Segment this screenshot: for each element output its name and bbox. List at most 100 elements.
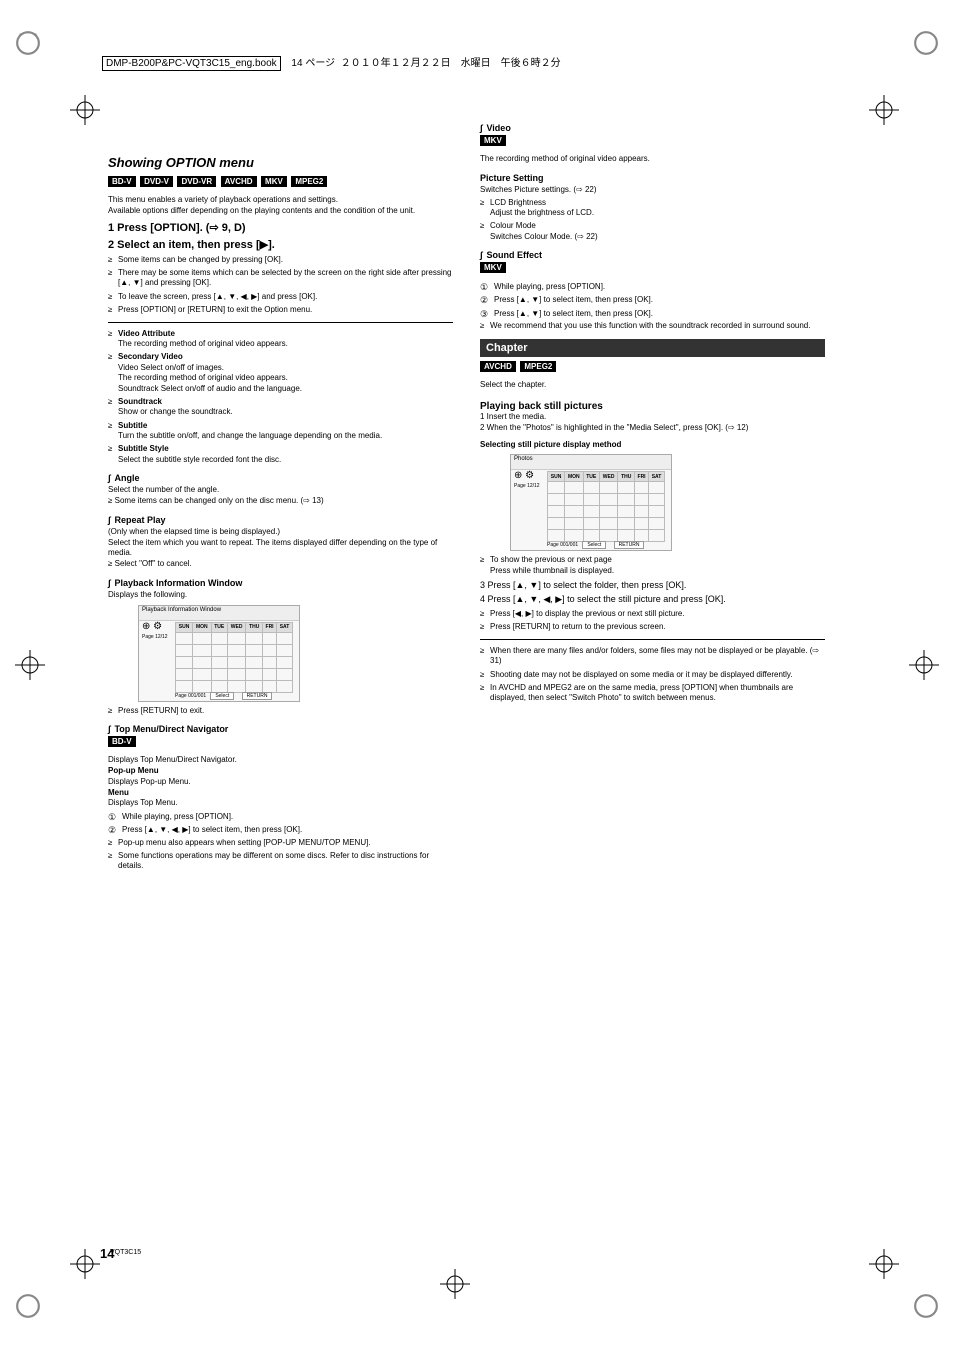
sub-menu-text: Displays Top Menu. <box>108 798 453 809</box>
format-tags: AVCHD MPEG2 <box>480 361 825 372</box>
return-button[interactable]: RETURN <box>614 541 645 549</box>
calendar-grid: SUNMONTUEWEDTHUFRISAT <box>547 471 665 542</box>
sub-angle-text: Select the number of the angle. ≥ Some i… <box>108 485 453 507</box>
note-item: LCD Brightness Adjust the brightness of … <box>480 198 825 219</box>
tag-row: BD-V <box>108 736 453 747</box>
tag-mkv: MKV <box>480 135 506 146</box>
note-item: We recommend that you use this function … <box>480 321 825 331</box>
sub-angle: ∫Angle <box>108 473 453 483</box>
tag-avchd: AVCHD <box>221 176 257 187</box>
list-item: SoundtrackShow or change the soundtrack. <box>108 397 453 418</box>
sel-label: Selecting still picture display method <box>480 440 825 451</box>
panel-title: Playback Information Window <box>139 606 299 621</box>
sub-repeat-text: (Only when the elapsed time is being dis… <box>108 527 453 570</box>
format-tags: BD-V DVD-V DVD-VR AVCHD MKV MPEG2 <box>108 176 453 187</box>
select-button[interactable]: Select <box>582 541 606 549</box>
tag-mkv: MKV <box>480 262 506 273</box>
enum-item: ②Press [▲, ▼] to select item, then press… <box>480 294 825 305</box>
note-item: Some items can be changed by pressing [O… <box>108 255 453 265</box>
tag-row: MKV <box>480 262 825 273</box>
sub-top-menu: ∫Top Menu/Direct Navigator <box>108 724 453 734</box>
intro-text: This menu enables a variety of playback … <box>108 195 453 217</box>
register-mark-icon <box>70 95 100 127</box>
play-icon: ⊕ ⚙ <box>514 471 542 481</box>
panel-footer: Page 001/001 Select RETURN <box>547 542 650 548</box>
nav-notes: Press [◀, ▶] to display the previous or … <box>480 609 825 633</box>
crop-mark-icon <box>913 1293 939 1321</box>
step-3: 3 Press [▲, ▼] to select the folder, the… <box>480 580 825 590</box>
note-item: There may be some items which can be sel… <box>108 268 453 289</box>
still-steps: 1 Insert the media. 2 When the "Photos" … <box>480 412 825 434</box>
step-1: 1 Press [OPTION]. (⇨ 9, D) <box>108 221 453 234</box>
crop-mark-icon <box>15 1293 41 1321</box>
note-item: In AVCHD and MPEG2 are on the same media… <box>480 683 825 704</box>
register-mark-icon <box>440 1269 470 1301</box>
panel-side: ⊕ ⚙ Page 12/12 <box>514 471 542 489</box>
side-info: Page 12/12 <box>514 483 542 489</box>
register-mark-icon <box>909 650 939 682</box>
note-item: Shooting date may not be displayed on so… <box>480 670 825 680</box>
note-item: Press [OPTION] or [RETURN] to exit the O… <box>108 305 453 315</box>
tag-bdv: BD-V <box>108 736 136 747</box>
enum-item: ①While playing, press [OPTION]. <box>480 281 825 292</box>
sub-picture-text: Switches Picture settings. (⇨ 22) <box>480 185 825 196</box>
tag-mkv: MKV <box>261 176 287 187</box>
playback-info-panel: Playback Information Window ⊕ ⚙ Page 12/… <box>138 605 300 702</box>
sub-picture: Picture Setting <box>480 173 825 183</box>
enum-item: ③Press [▲, ▼] to select item, then press… <box>480 308 825 319</box>
register-mark-icon <box>869 1249 899 1281</box>
note-item: Press [RETURN] to return to the previous… <box>480 622 825 632</box>
still-heading: Playing back still pictures <box>480 401 825 412</box>
items-list: Video AttributeThe recording method of o… <box>108 329 453 466</box>
sound-note: We recommend that you use this function … <box>480 321 825 331</box>
left-column: Showing OPTION menu BD-V DVD-V DVD-VR AV… <box>108 155 453 875</box>
enum-item: ①While playing, press [OPTION]. <box>108 811 453 822</box>
tag-mpeg2: MPEG2 <box>520 361 556 372</box>
sub-sound: ∫Sound Effect <box>480 250 825 260</box>
register-mark-icon <box>869 95 899 127</box>
crop-mark-icon <box>913 30 939 58</box>
note-item: Pop-up menu also appears when setting [P… <box>108 838 453 848</box>
sub-video-text: The recording method of original video a… <box>480 154 825 165</box>
play-icon: ⊕ ⚙ <box>142 622 170 632</box>
step-4: 4 Press [▲, ▼, ◀, ▶] to select the still… <box>480 594 825 605</box>
note-item: To show the previous or next page Press … <box>480 555 825 576</box>
register-mark-icon <box>70 1249 100 1281</box>
chapter-bar: Chapter <box>480 339 825 357</box>
photos-panel: Photos ⊕ ⚙ Page 12/12 SUNMONTUEWEDTHUFRI… <box>510 454 672 551</box>
right-column: ∫Video MKV The recording method of origi… <box>480 115 825 707</box>
panel-footer: Page 001/001 Select RETURN <box>175 693 278 699</box>
list-item: SubtitleTurn the subtitle on/off, and ch… <box>108 421 453 442</box>
sub-top-text: Displays Top Menu/Direct Navigator. <box>108 755 453 766</box>
note-item: Press [◀, ▶] to display the previous or … <box>480 609 825 619</box>
tag-mpeg2: MPEG2 <box>291 176 327 187</box>
list-item: Subtitle StyleSelect the subtitle style … <box>108 444 453 465</box>
note-item: When there are many files and/or folders… <box>480 646 825 667</box>
cal-note: Press [RETURN] to exit. <box>108 706 453 716</box>
crop-mark-icon <box>15 30 41 58</box>
list-item: Video AttributeThe recording method of o… <box>108 329 453 350</box>
page-header: DMP-B200P&PC-VQT3C15_eng.book 14 ページ ２０１… <box>102 54 561 69</box>
panel-side: ⊕ ⚙ Page 12/12 <box>142 622 170 640</box>
tag-dvdvr: DVD-VR <box>177 176 216 187</box>
note-item: Colour Mode Switches Colour Mode. (⇨ 22) <box>480 221 825 242</box>
tag-row: MKV <box>480 135 825 146</box>
divider <box>108 322 453 323</box>
side-info: Page 12/12 <box>142 634 170 640</box>
enum-item: ②Press [▲, ▼, ◀, ▶] to select item, then… <box>108 824 453 835</box>
after-enum-notes: Pop-up menu also appears when setting [P… <box>108 838 453 872</box>
list-item: Secondary VideoVideo Select on/off of im… <box>108 352 453 394</box>
sub-video: ∫Video <box>480 123 825 133</box>
sub-playback-window: ∫Playback Information Window <box>108 578 453 588</box>
sub-pop-text: Displays Pop-up Menu. <box>108 777 453 788</box>
return-button[interactable]: RETURN <box>242 692 273 700</box>
register-mark-icon <box>15 650 45 682</box>
notes-list: Some items can be changed by pressing [O… <box>108 255 453 316</box>
final-notes: When there are many files and/or folders… <box>480 646 825 704</box>
chapter-text: Select the chapter. <box>480 380 825 391</box>
note-item: Some functions operations may be differe… <box>108 851 453 872</box>
tag-dvdv: DVD-V <box>140 176 173 187</box>
note-item: Press [RETURN] to exit. <box>108 706 453 716</box>
calendar-grid: SUNMONTUEWEDTHUFRISAT <box>175 622 293 693</box>
select-button[interactable]: Select <box>210 692 234 700</box>
